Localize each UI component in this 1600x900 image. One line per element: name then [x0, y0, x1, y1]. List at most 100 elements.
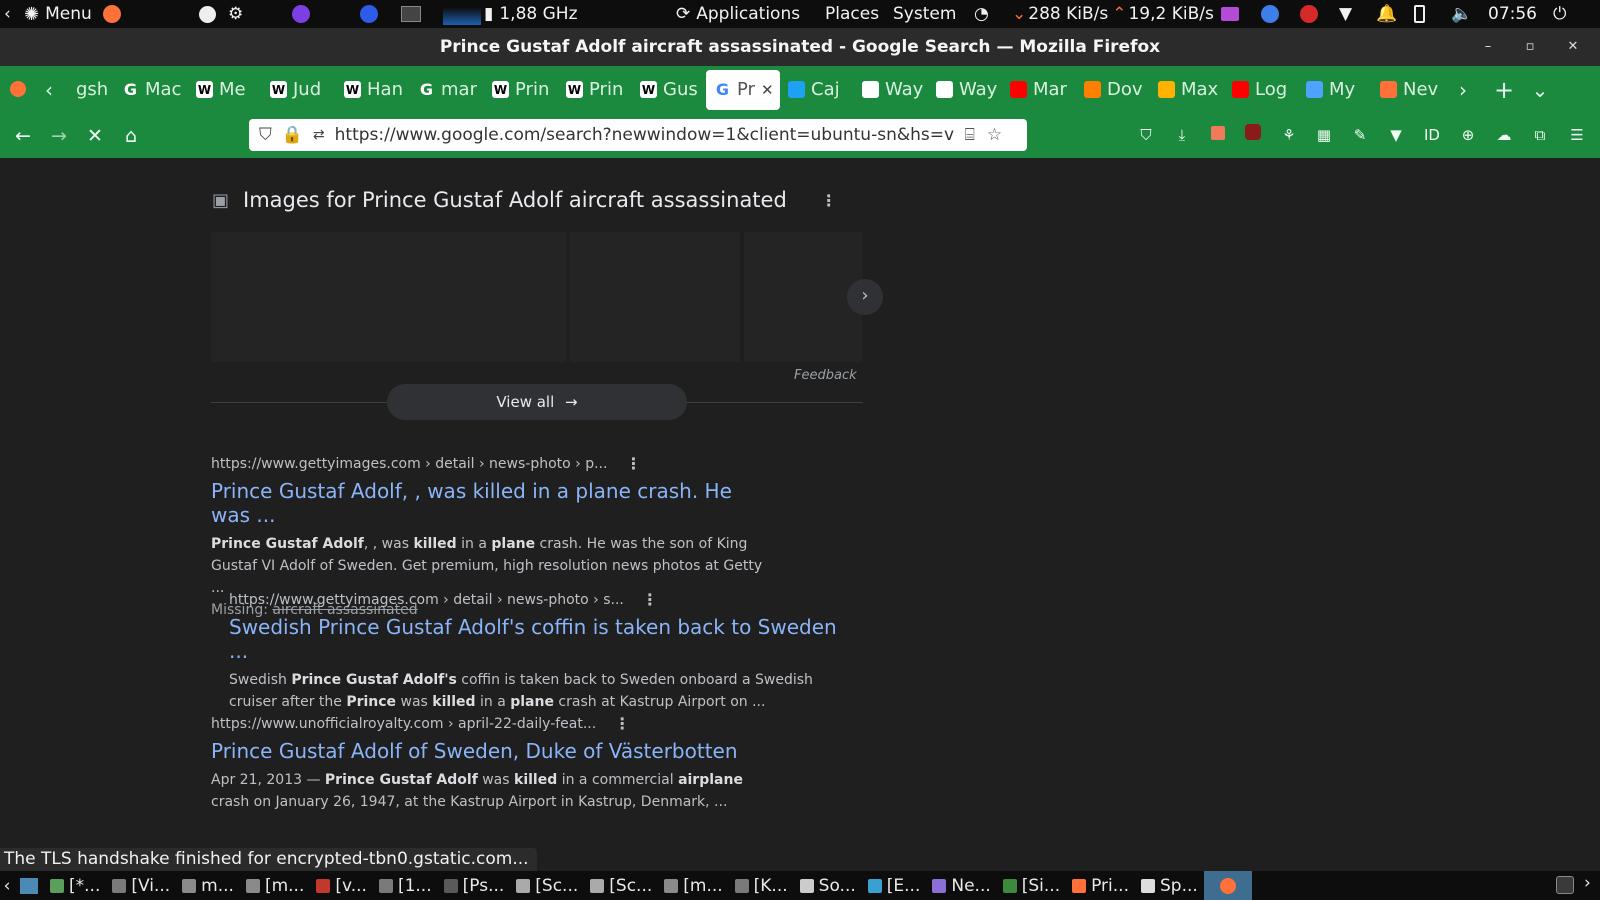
tab-active[interactable]: G Pr ✕: [706, 69, 780, 110]
extension-icon-3[interactable]: ✎: [1349, 124, 1371, 146]
tab[interactable]: Dov: [1076, 70, 1150, 110]
applications-menu[interactable]: ⟳ Applications: [676, 0, 800, 28]
taskbar-item[interactable]: Pri...: [1066, 871, 1135, 900]
permissions-icon[interactable]: ⇄: [313, 127, 325, 143]
result-options-icon[interactable]: ⋮: [625, 454, 641, 473]
maximize-icon[interactable]: ▫: [1519, 36, 1541, 58]
taskbar-item[interactable]: m...: [176, 871, 240, 900]
taskbar-item[interactable]: So...: [794, 871, 862, 900]
taskbar-item[interactable]: [1203, 871, 1252, 900]
extensions-puzzle-icon[interactable]: ⧉: [1529, 124, 1551, 146]
taskbar-item[interactable]: [Ps...: [438, 871, 511, 900]
lock-icon[interactable]: 🔒: [282, 125, 303, 145]
tabs-scroll-left-icon[interactable]: ‹: [36, 78, 62, 102]
home-icon[interactable]: ⌂: [113, 118, 149, 154]
tracking-shield-icon[interactable]: ⛉: [259, 125, 272, 145]
image-thumbnail[interactable]: [570, 232, 740, 362]
tray-record-icon[interactable]: [1300, 0, 1318, 28]
menu-button[interactable]: ✺ Menu: [24, 0, 92, 28]
cloud-icon[interactable]: ☁: [1493, 124, 1515, 146]
image-thumbnail[interactable]: [744, 232, 862, 362]
image-thumbnail[interactable]: [211, 232, 566, 362]
tab[interactable]: Gmar: [410, 70, 484, 110]
minimize-icon[interactable]: –: [1477, 36, 1499, 58]
taskbar-item[interactable]: Sp...: [1135, 871, 1204, 900]
result-title-link[interactable]: Prince Gustaf Adolf of Sweden, Duke of V…: [211, 739, 771, 763]
tab[interactable]: Caj: [780, 70, 854, 110]
downloads-icon[interactable]: ⤓: [1171, 124, 1193, 146]
bookmark-star-icon[interactable]: ☆: [987, 125, 1002, 145]
more-options-icon[interactable]: ⋮: [821, 191, 837, 210]
battery-icon[interactable]: [1414, 0, 1425, 28]
result-options-icon[interactable]: ⋮: [642, 590, 658, 609]
tray-app-icon[interactable]: [1221, 0, 1239, 28]
tab[interactable]: My: [1298, 70, 1372, 110]
taskbar-item[interactable]: [m...: [240, 871, 310, 900]
filter-icon[interactable]: ▼: [1385, 124, 1407, 146]
system-menu[interactable]: System: [893, 0, 956, 28]
tab[interactable]: W Gus: [632, 70, 706, 110]
taskbar-item[interactable]: [Sc...: [510, 871, 584, 900]
opera-icon[interactable]: [360, 0, 378, 28]
show-desktop-icon[interactable]: [20, 877, 38, 894]
tab[interactable]: W Prin: [558, 70, 632, 110]
tab[interactable]: Mar: [1002, 70, 1076, 110]
taskbar-item[interactable]: [Vi...: [106, 871, 176, 900]
extension-icon-2[interactable]: ⚘: [1278, 124, 1300, 146]
taskbar-scroll-left-icon[interactable]: ‹: [0, 876, 14, 896]
list-all-tabs-icon[interactable]: ⌄: [1522, 78, 1558, 102]
hamburger-menu-icon[interactable]: ☰: [1566, 124, 1588, 146]
result-title-link[interactable]: Swedish Prince Gustaf Adolf's coffin is …: [229, 615, 839, 663]
tab[interactable]: W Prin: [484, 70, 558, 110]
id-icon[interactable]: ID: [1421, 124, 1443, 146]
settings-applet-icon[interactable]: ⚙: [228, 0, 243, 28]
carousel-next-icon[interactable]: ›: [847, 279, 883, 315]
url-text[interactable]: https://www.google.com/search?newwindow=…: [335, 125, 955, 145]
stop-loading-icon[interactable]: ✕: [77, 118, 113, 154]
purple-app-icon[interactable]: [292, 0, 310, 28]
tab[interactable]: gsh: [62, 70, 114, 110]
power-icon[interactable]: ⏻: [1553, 0, 1566, 28]
close-tab-icon[interactable]: ✕: [761, 81, 774, 99]
accessibility-icon[interactable]: [199, 0, 216, 28]
result-title-link[interactable]: Prince Gustaf Adolf, , was killed in a p…: [211, 479, 771, 527]
trash-icon[interactable]: [1556, 876, 1574, 894]
taskbar-item[interactable]: [v...: [310, 871, 373, 900]
images-heading-text[interactable]: Images for Prince Gustaf Adolf aircraft …: [243, 188, 787, 212]
tab[interactable]: Nev: [1372, 70, 1446, 110]
places-menu[interactable]: Places: [825, 0, 879, 28]
wifi-icon[interactable]: ▼: [1339, 0, 1352, 28]
new-tab-icon[interactable]: +: [1486, 76, 1522, 104]
feedback-link[interactable]: Feedback: [794, 368, 857, 383]
globe-icon[interactable]: ⊕: [1457, 124, 1479, 146]
taskbar-item[interactable]: Ne...: [926, 871, 996, 900]
translate-icon[interactable]: ⌸: [965, 125, 975, 145]
tab[interactable]: W Jud: [262, 70, 336, 110]
tab[interactable]: Max: [1150, 70, 1224, 110]
forward-arrow-icon[interactable]: →: [41, 118, 77, 154]
taskbar-item[interactable]: [Si...: [997, 871, 1066, 900]
taskbar-item[interactable]: [1...: [373, 871, 438, 900]
taskbar-item[interactable]: [m...: [658, 871, 728, 900]
terminal-icon[interactable]: [401, 0, 421, 28]
tray-chrome-icon[interactable]: [1261, 0, 1279, 28]
tab[interactable]: G Mac: [114, 70, 188, 110]
taskbar-item[interactable]: [Sc...: [584, 871, 658, 900]
taskbar-scroll-right-icon[interactable]: ›: [1584, 873, 1591, 893]
view-all-button[interactable]: View all →: [387, 384, 687, 420]
volume-icon[interactable]: 🔈: [1451, 0, 1472, 28]
calendar-icon[interactable]: ▦: [1313, 124, 1335, 146]
tab[interactable]: Way: [928, 70, 1002, 110]
firefox-view-icon[interactable]: [0, 78, 36, 102]
taskbar-item[interactable]: [K...: [729, 871, 794, 900]
result-options-icon[interactable]: ⋮: [614, 714, 630, 733]
taskbar-item[interactable]: [*...: [44, 871, 106, 900]
tab[interactable]: W Han: [336, 70, 410, 110]
tab[interactable]: Way: [854, 70, 928, 110]
tabs-scroll-right-icon[interactable]: ›: [1450, 78, 1476, 102]
notification-bell-icon[interactable]: 🔔: [1376, 0, 1397, 28]
clock[interactable]: 07:56: [1488, 0, 1537, 28]
back-arrow-icon[interactable]: ←: [5, 118, 41, 154]
window-titlebar[interactable]: Prince Gustaf Adolf aircraft assassinate…: [0, 28, 1600, 66]
firefox-launcher-icon[interactable]: [103, 0, 121, 28]
